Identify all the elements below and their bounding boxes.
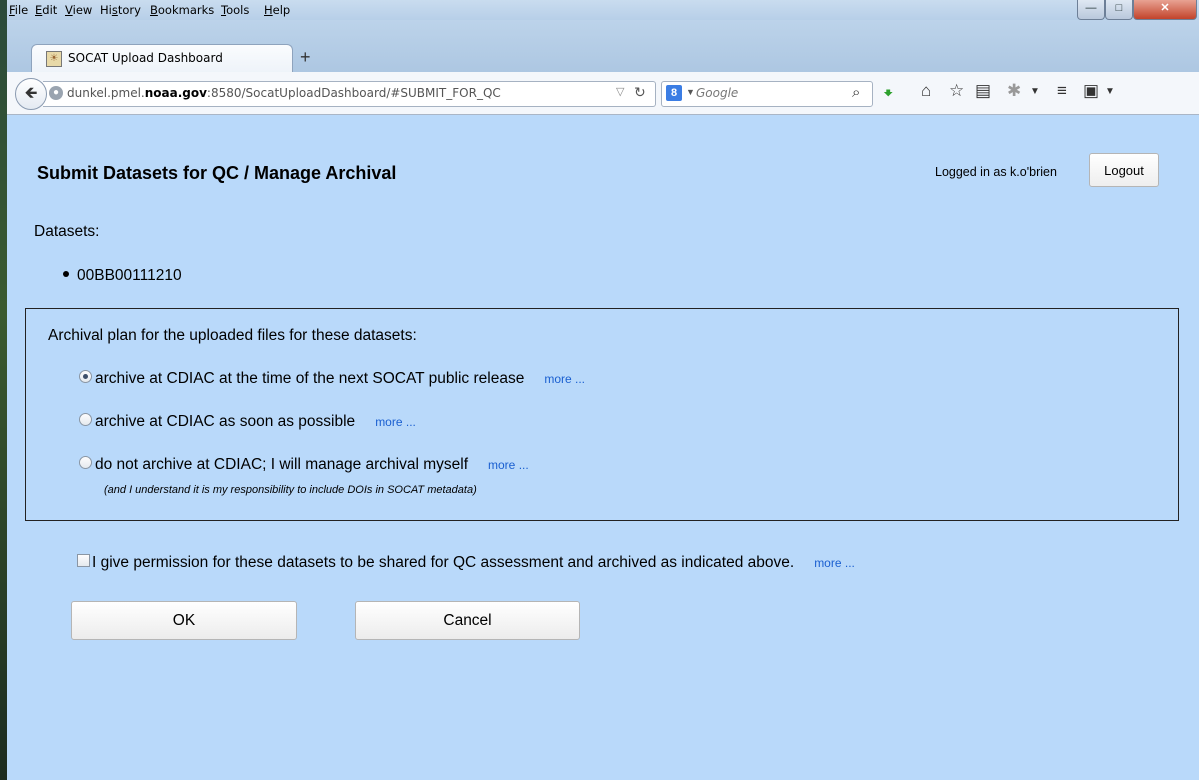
home-icon[interactable]: ⌂ [921, 81, 931, 101]
maximize-button[interactable]: □ [1105, 0, 1133, 20]
back-button[interactable]: 🡸 [15, 78, 47, 110]
menu-view[interactable]: View [65, 3, 92, 17]
menu-help[interactable]: Help [264, 3, 290, 17]
tab-socat-upload-dashboard[interactable]: ☀ SOCAT Upload Dashboard [31, 44, 293, 73]
extension-icon[interactable]: ✱ [1007, 81, 1021, 101]
favicon-icon: ☀ [46, 51, 62, 67]
tab-bar: ☀ SOCAT Upload Dashboard + [7, 20, 1199, 73]
datasets-label: Datasets: [34, 223, 100, 240]
download-icon[interactable]: 🠻 [883, 81, 893, 110]
new-tab-button[interactable]: + [300, 47, 311, 68]
addon-icon[interactable]: ▣ [1083, 81, 1099, 101]
tab-title: SOCAT Upload Dashboard [68, 51, 223, 65]
logout-button[interactable]: Logout [1089, 153, 1159, 187]
search-placeholder: Google [696, 86, 739, 100]
logged-in-label: Logged in as k.o'brien [935, 165, 1057, 179]
menu-edit[interactable]: Edit [35, 3, 57, 17]
url-bar[interactable]: ● dunkel.pmel.noaa.gov:8580/SocatUploadD… [43, 81, 656, 107]
extension-dropdown-icon[interactable]: ▼ [1030, 86, 1040, 97]
more-link-self-manage[interactable]: more ... [488, 458, 529, 472]
self-manage-note: (and I understand it is my responsibilit… [104, 484, 477, 496]
page-title: Submit Datasets for QC / Manage Archival [37, 163, 397, 183]
navigation-toolbar: ● dunkel.pmel.noaa.gov:8580/SocatUploadD… [7, 72, 1199, 115]
permission-row[interactable]: I give permission for these datasets to … [77, 554, 855, 572]
browser-window: File Edit View History Bookmarks Tools H… [7, 0, 1199, 780]
minimize-button[interactable]: — [1077, 0, 1105, 20]
menu-bookmarks[interactable]: Bookmarks [150, 3, 214, 17]
globe-icon: ● [49, 86, 63, 100]
addon-dropdown-icon[interactable]: ▼ [1105, 86, 1115, 97]
radio-asap[interactable] [79, 413, 92, 427]
ok-button[interactable]: OK [71, 601, 297, 640]
more-link-asap[interactable]: more ... [375, 415, 416, 429]
url-history-dropdown-icon[interactable]: ▽ [616, 85, 624, 98]
page-content: Submit Datasets for QC / Manage Archival… [7, 115, 1199, 780]
more-link-permission[interactable]: more ... [814, 556, 855, 570]
search-icon[interactable]: ⌕ [852, 84, 860, 101]
hamburger-menu-icon[interactable]: ≡ [1057, 81, 1067, 101]
close-window-button[interactable]: ✕ [1133, 0, 1197, 20]
archival-option-asap[interactable]: archive at CDIAC as soon as possible more… [79, 413, 416, 431]
dataset-list-item: 00BB00111210 [63, 267, 182, 285]
bookmark-star-icon[interactable]: ☆ [949, 81, 964, 101]
cancel-button[interactable]: Cancel [355, 601, 580, 640]
search-engine-dropdown-icon[interactable]: ▼ [686, 87, 695, 97]
search-bar[interactable]: 8 ▼ Google ⌕ [661, 81, 873, 107]
permission-checkbox[interactable] [77, 554, 90, 568]
menu-bar: File Edit View History Bookmarks Tools H… [7, 0, 1199, 20]
archival-plan-label: Archival plan for the uploaded files for… [48, 327, 417, 344]
google-search-engine-icon[interactable]: 8 [666, 85, 682, 101]
reload-icon[interactable]: ↻ [634, 84, 646, 101]
bullet-icon [63, 270, 69, 277]
url-text: dunkel.pmel.noaa.gov:8580/SocatUploadDas… [67, 86, 501, 100]
archival-option-self-manage[interactable]: do not archive at CDIAC; I will manage a… [79, 456, 529, 474]
radio-self-manage[interactable] [79, 456, 92, 470]
more-link-next-release[interactable]: more ... [544, 372, 585, 386]
menu-file[interactable]: File [9, 3, 28, 17]
menu-history[interactable]: History [100, 3, 141, 17]
archival-option-next-release[interactable]: archive at CDIAC at the time of the next… [79, 370, 585, 388]
radio-next-release[interactable] [79, 370, 92, 384]
bookmarks-menu-icon[interactable]: ▤ [975, 81, 991, 101]
menu-tools[interactable]: Tools [221, 3, 249, 17]
